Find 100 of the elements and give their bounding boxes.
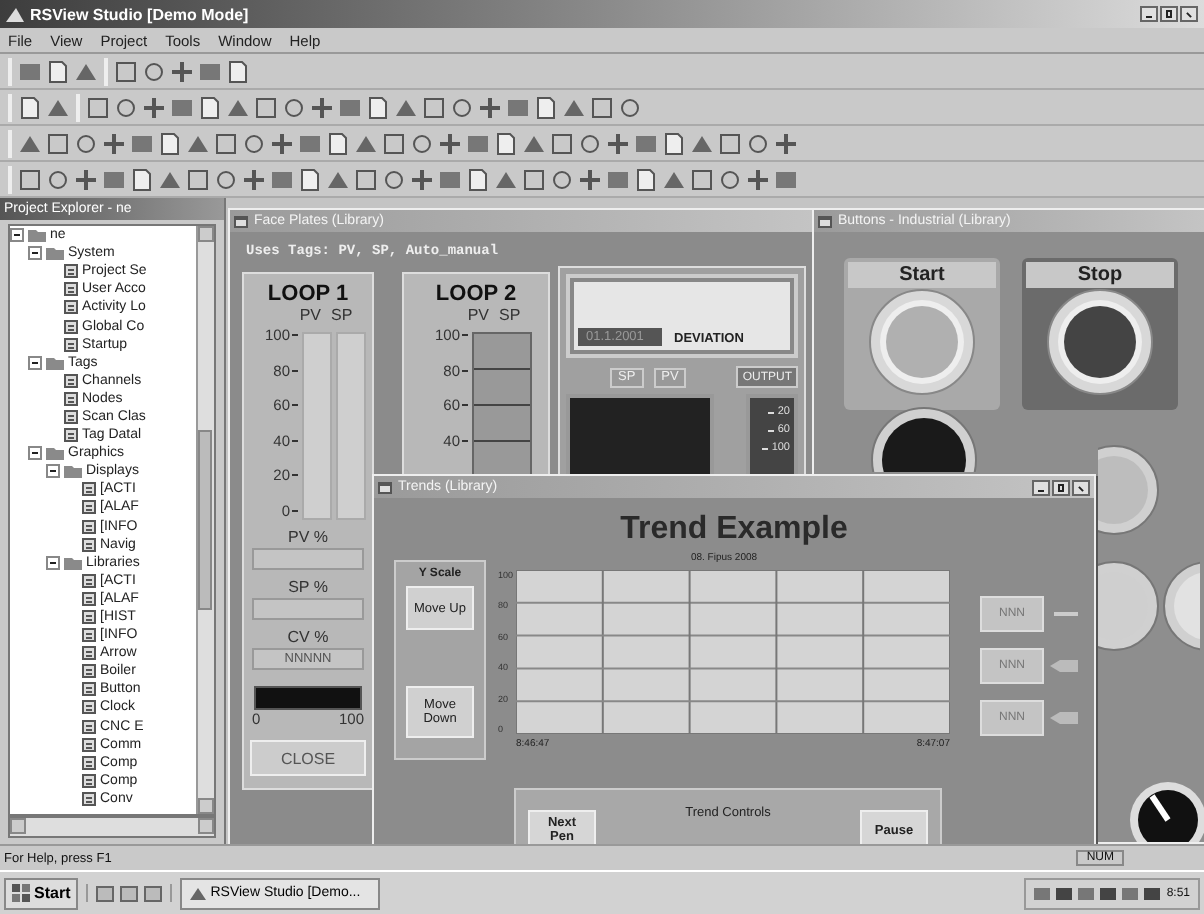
maximize-button[interactable]	[1160, 6, 1178, 22]
tool-icon[interactable]	[634, 131, 658, 155]
tool-icon[interactable]	[354, 167, 378, 191]
tool-icon[interactable]	[46, 167, 70, 191]
tool-icon[interactable]	[186, 167, 210, 191]
tool-icon[interactable]	[326, 131, 350, 155]
tool-icon[interactable]	[410, 167, 434, 191]
tool-icon[interactable]	[214, 167, 238, 191]
tool-icon[interactable]	[214, 131, 238, 155]
tool-icon[interactable]	[522, 167, 546, 191]
tool-icon[interactable]	[298, 131, 322, 155]
tool-icon[interactable]	[326, 167, 350, 191]
tool-icon[interactable]	[130, 167, 154, 191]
tool-icon[interactable]	[242, 167, 266, 191]
tool-icon[interactable]	[690, 167, 714, 191]
tool-icon[interactable]	[114, 59, 138, 83]
tool-icon[interactable]	[270, 131, 294, 155]
tool-icon[interactable]	[354, 131, 378, 155]
close-button[interactable]	[1072, 479, 1090, 495]
expand-toggle[interactable]	[46, 464, 60, 479]
tool-icon[interactable]	[198, 59, 222, 83]
tool-icon[interactable]	[102, 131, 126, 155]
tool-icon[interactable]	[74, 167, 98, 191]
tool-icon[interactable]	[466, 167, 490, 191]
tool-icon[interactable]	[478, 95, 502, 119]
tool-icon[interactable]	[186, 131, 210, 155]
close-button[interactable]	[1180, 6, 1198, 22]
tool-icon[interactable]	[242, 131, 266, 155]
tool-icon[interactable]	[310, 95, 334, 119]
expand-toggle[interactable]	[10, 228, 24, 243]
tool-icon[interactable]	[198, 95, 222, 119]
tool-icon[interactable]	[86, 95, 110, 119]
tool-icon[interactable]	[18, 59, 42, 83]
tool-icon[interactable]	[618, 95, 642, 119]
tool-icon[interactable]	[422, 95, 446, 119]
tool-icon[interactable]	[46, 95, 70, 119]
tool-icon[interactable]	[46, 59, 70, 83]
tool-icon[interactable]	[450, 95, 474, 119]
tool-icon[interactable]	[494, 167, 518, 191]
tool-icon[interactable]	[550, 131, 574, 155]
tool-icon[interactable]	[494, 131, 518, 155]
tool-icon[interactable]	[506, 95, 530, 119]
tool-icon[interactable]	[366, 95, 390, 119]
tool-icon[interactable]	[130, 131, 154, 155]
tool-icon[interactable]	[142, 95, 166, 119]
tool-icon[interactable]	[74, 59, 98, 83]
tool-icon[interactable]	[18, 131, 42, 155]
tool-icon[interactable]	[18, 95, 42, 119]
expand-toggle[interactable]	[28, 446, 42, 461]
tool-icon[interactable]	[382, 167, 406, 191]
rotary-knob[interactable]	[1128, 780, 1204, 842]
tool-icon[interactable]	[562, 95, 586, 119]
tool-icon[interactable]	[590, 95, 614, 119]
tool-icon[interactable]	[382, 131, 406, 155]
tool-icon[interactable]	[158, 167, 182, 191]
expand-toggle[interactable]	[28, 355, 42, 370]
tool-icon[interactable]	[254, 95, 278, 119]
start-button[interactable]: Start	[4, 877, 79, 909]
tool-icon[interactable]	[170, 95, 194, 119]
tool-icon[interactable]	[298, 167, 322, 191]
scrollbar[interactable]	[8, 816, 216, 838]
tool-icon[interactable]	[578, 131, 602, 155]
tool-icon[interactable]	[46, 131, 70, 155]
minimize-button[interactable]	[1140, 6, 1158, 22]
tool-icon[interactable]	[774, 131, 798, 155]
tool-icon[interactable]	[746, 131, 770, 155]
tool-icon[interactable]	[606, 167, 630, 191]
tool-icon[interactable]	[634, 167, 658, 191]
tool-icon[interactable]	[578, 167, 602, 191]
tool-icon[interactable]	[690, 131, 714, 155]
tool-icon[interactable]	[142, 59, 166, 83]
tool-icon[interactable]	[170, 59, 194, 83]
tool-icon[interactable]	[226, 95, 250, 119]
tool-icon[interactable]	[74, 131, 98, 155]
tool-icon[interactable]	[718, 131, 742, 155]
tool-icon[interactable]	[410, 131, 434, 155]
tool-icon[interactable]	[550, 167, 574, 191]
tool-icon[interactable]	[746, 167, 770, 191]
tool-icon[interactable]	[438, 131, 462, 155]
tool-icon[interactable]	[534, 95, 558, 119]
scrollbar[interactable]	[196, 226, 214, 814]
tool-icon[interactable]	[338, 95, 362, 119]
close-button[interactable]: CLOSE	[250, 740, 366, 776]
tool-icon[interactable]	[394, 95, 418, 119]
tool-icon[interactable]	[226, 59, 250, 83]
tool-icon[interactable]	[18, 167, 42, 191]
maximize-button[interactable]	[1052, 479, 1070, 495]
tool-icon[interactable]	[438, 167, 462, 191]
tool-icon[interactable]	[662, 167, 686, 191]
expand-toggle[interactable]	[46, 555, 60, 570]
tool-icon[interactable]	[606, 131, 630, 155]
tool-icon[interactable]	[718, 167, 742, 191]
minimize-button[interactable]	[1032, 479, 1050, 495]
tool-icon[interactable]	[282, 95, 306, 119]
tool-icon[interactable]	[158, 131, 182, 155]
expand-toggle[interactable]	[28, 246, 42, 261]
tool-icon[interactable]	[114, 95, 138, 119]
tool-icon[interactable]	[270, 167, 294, 191]
tool-icon[interactable]	[102, 167, 126, 191]
tool-icon[interactable]	[522, 131, 546, 155]
